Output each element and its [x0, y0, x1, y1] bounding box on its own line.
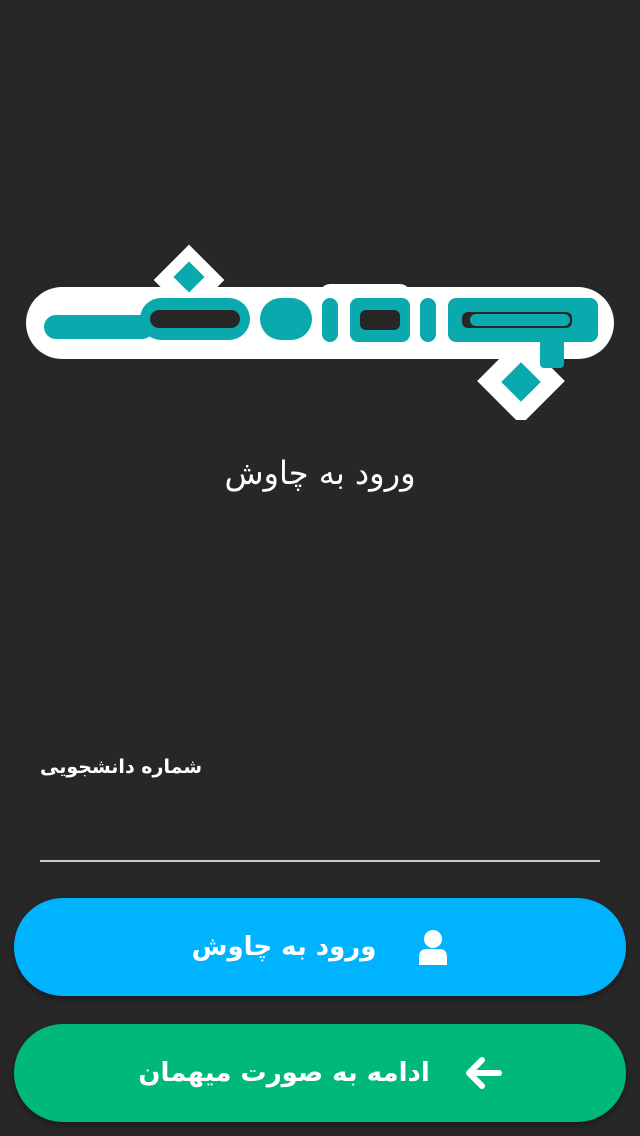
chavosh-logo — [0, 230, 640, 420]
login-screen: ورود به چاوش شماره دانشجویی ورود به چاوش… — [0, 0, 640, 1136]
guest-button[interactable]: ادامه به صورت میهمان — [14, 1024, 626, 1122]
login-button-label: ورود به چاوش — [191, 932, 377, 962]
guest-button-label: ادامه به صورت میهمان — [138, 1058, 430, 1088]
arrow-left-icon — [465, 1057, 502, 1089]
user-icon — [418, 929, 448, 965]
page-title: ورود به چاوش — [224, 454, 416, 492]
login-button[interactable]: ورود به چاوش — [14, 898, 626, 996]
student-number-label: شماره دانشجویی — [40, 756, 203, 778]
student-number-input[interactable] — [40, 800, 600, 862]
